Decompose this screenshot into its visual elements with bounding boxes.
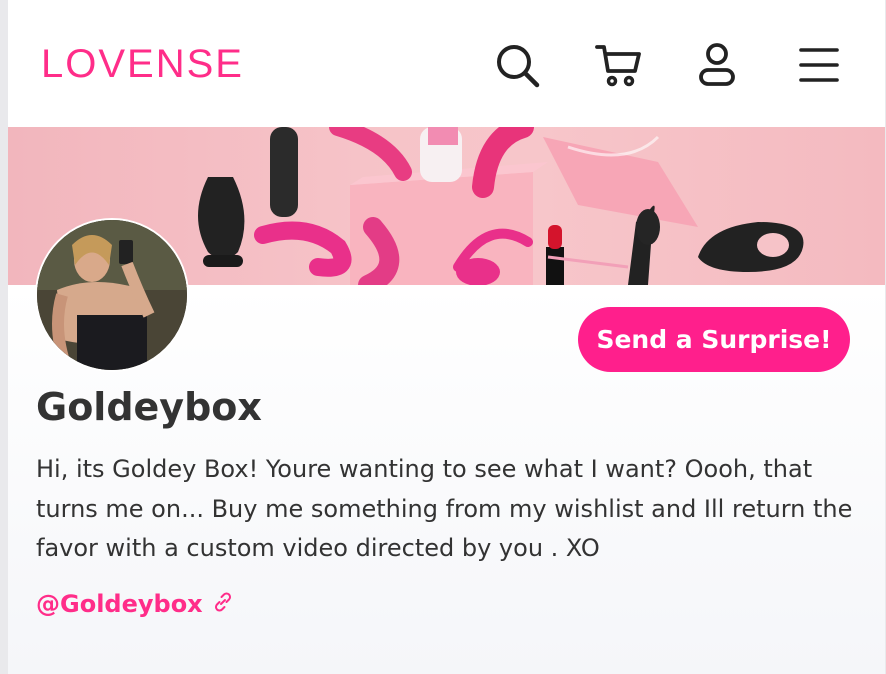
profile-handle-link[interactable]: @Goldeybox xyxy=(36,590,203,618)
header: LOVENSE xyxy=(8,0,885,127)
user-icon[interactable] xyxy=(692,40,742,90)
profile-handle-row[interactable]: @Goldeybox xyxy=(36,590,235,618)
app-frame: LOVENSE Send a Surprise! Goldeybox Hi, i… xyxy=(0,0,886,674)
link-icon[interactable] xyxy=(211,590,235,618)
avatar xyxy=(35,218,189,372)
cart-icon[interactable] xyxy=(594,40,644,90)
profile-name: Goldeybox xyxy=(36,385,262,429)
avatar-photo xyxy=(37,220,187,370)
search-icon[interactable] xyxy=(492,40,542,90)
lovense-logo[interactable]: LOVENSE xyxy=(41,42,244,86)
menu-icon[interactable] xyxy=(794,40,844,90)
send-surprise-button[interactable]: Send a Surprise! xyxy=(578,307,850,372)
profile-bio: Hi, its Goldey Box! Youre wanting to see… xyxy=(36,455,853,562)
